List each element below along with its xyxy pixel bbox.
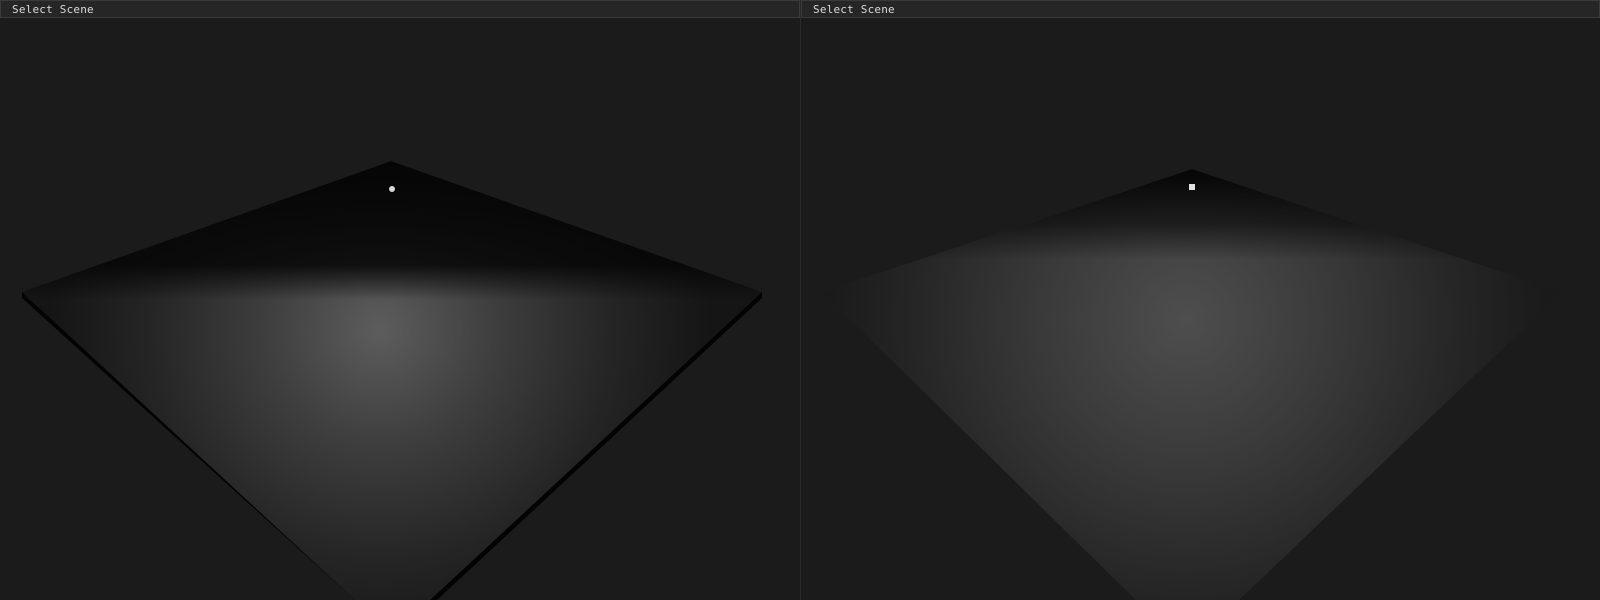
right-select-scene-menu[interactable]: Select Scene [813,3,895,17]
right-scene-render[interactable] [801,18,1600,600]
left-scene-render[interactable] [0,18,800,600]
app-window: Select Scene Select Scene [0,0,1600,600]
right-light-marker-icon[interactable] [1189,184,1195,190]
right-menu-bar: Select Scene [801,0,1600,18]
left-light-marker-icon[interactable] [389,186,395,192]
right-viewport[interactable]: Select Scene [800,0,1600,600]
left-menu-bar: Select Scene [0,0,800,18]
left-viewport[interactable]: Select Scene [0,0,800,600]
left-select-scene-menu[interactable]: Select Scene [12,3,94,17]
